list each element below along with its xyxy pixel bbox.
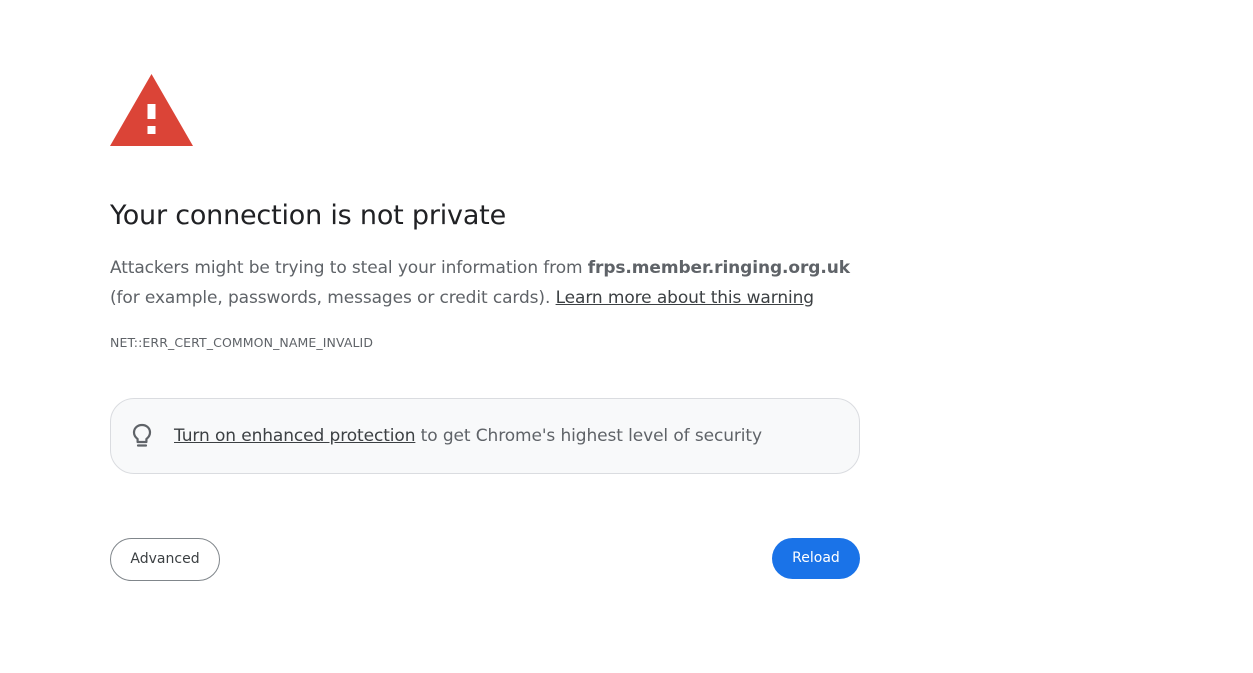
learn-more-link[interactable]: Learn more about this warning — [556, 288, 815, 308]
enhanced-protection-link[interactable]: Turn on enhanced protection — [174, 426, 415, 446]
lightbulb-icon — [132, 423, 152, 447]
enhanced-protection-promo: Turn on enhanced protection to get Chrom… — [110, 398, 860, 474]
interstitial-page: Your connection is not private Attackers… — [110, 0, 860, 673]
site-hostname: frps.member.ringing.org.uk — [587, 258, 850, 278]
warning-triangle-icon — [110, 74, 193, 146]
reload-button[interactable]: Reload — [772, 538, 860, 579]
error-code: NET::ERR_CERT_COMMON_NAME_INVALID — [110, 335, 374, 350]
advanced-button[interactable]: Advanced — [110, 538, 220, 581]
page-title: Your connection is not private — [110, 200, 506, 231]
enhanced-protection-rest: to get Chrome's highest level of securit… — [415, 426, 762, 446]
enhanced-protection-text: Turn on enhanced protection to get Chrom… — [174, 421, 762, 451]
warning-explanation: Attackers might be trying to steal your … — [110, 253, 860, 313]
explanation-prefix: Attackers might be trying to steal your … — [110, 258, 588, 278]
explanation-suffix: (for example, passwords, messages or cre… — [110, 288, 556, 308]
